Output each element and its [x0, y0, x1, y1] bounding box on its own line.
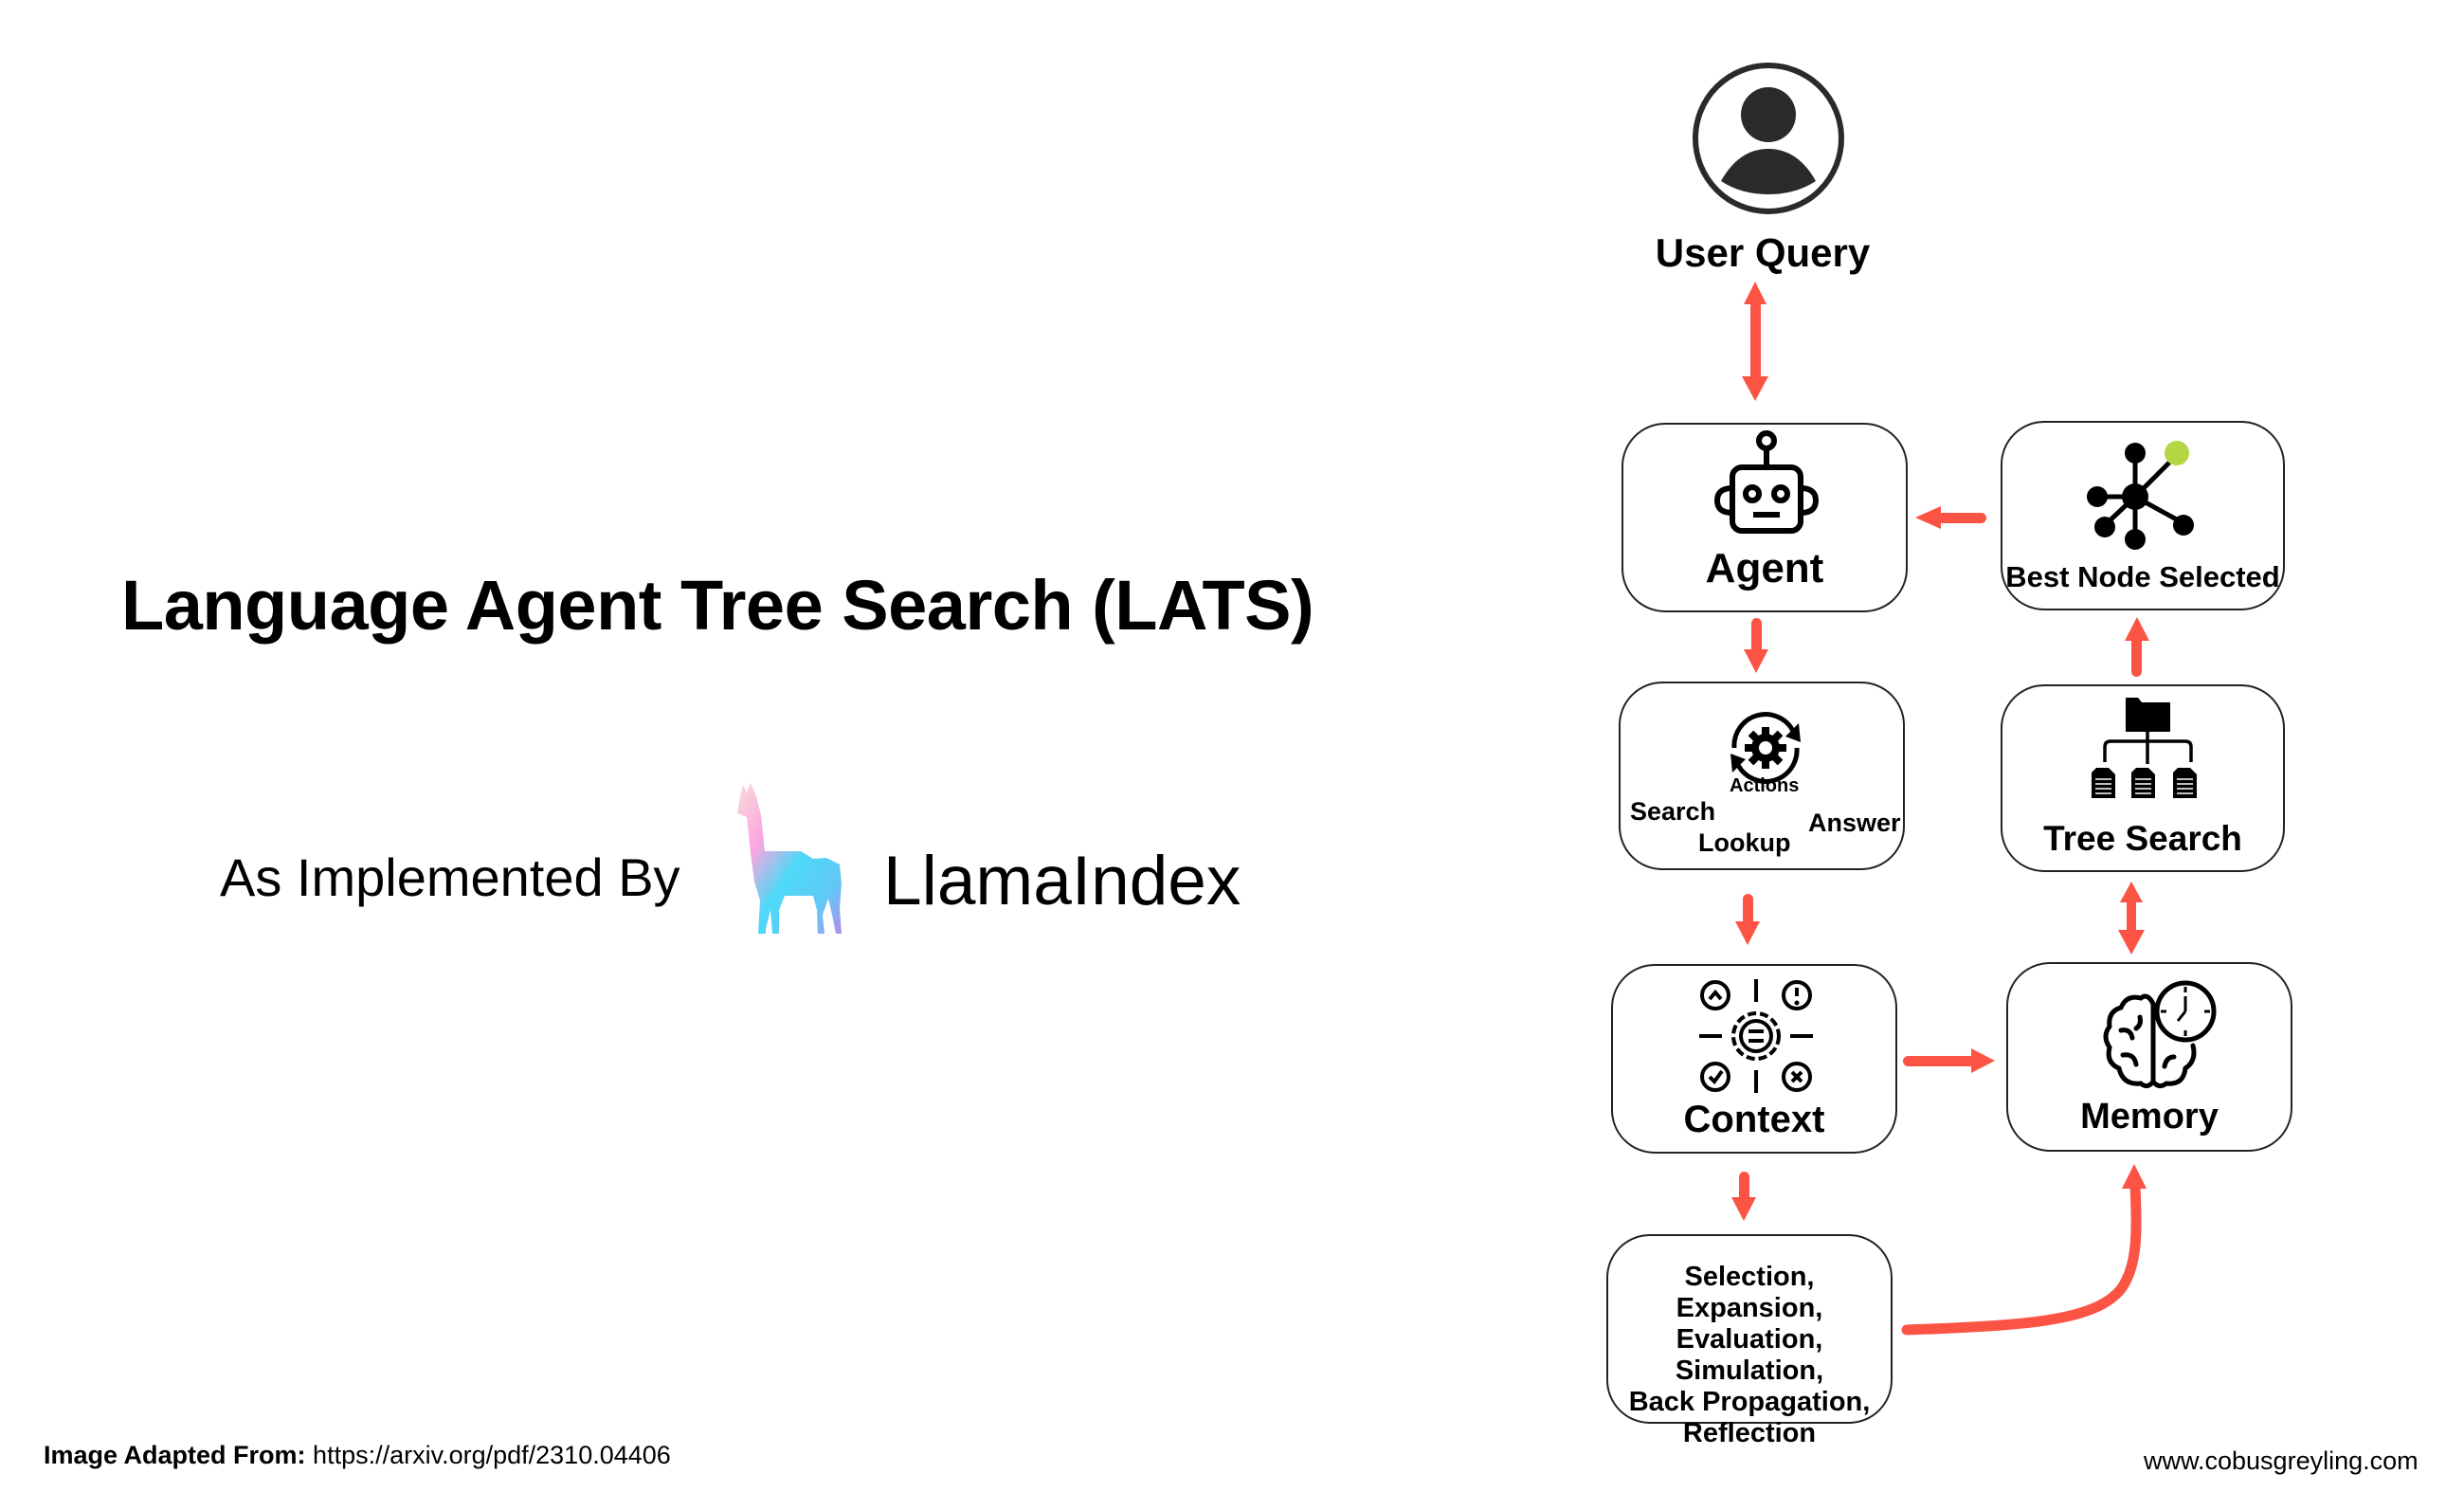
- arrow-bestnode-agent: [1915, 506, 1986, 529]
- mcts-line: Selection, Expansion,: [1676, 1262, 1823, 1323]
- mcts-steps-text: Selection, Expansion, Evaluation, Simula…: [1608, 1262, 1891, 1449]
- arrow-agent-actions: [1744, 618, 1768, 673]
- arrow-userquery-agent: [1742, 282, 1768, 401]
- user-query-label: User Query: [1655, 230, 1871, 275]
- agent-label: Agent: [1705, 545, 1824, 591]
- agent-node[interactable]: Agent: [1622, 423, 1908, 612]
- arrow-context-memory: [1903, 1048, 1995, 1073]
- arrow-treesearch-bestnode: [2125, 617, 2149, 677]
- tree-search-node[interactable]: Tree Search: [2001, 684, 2285, 872]
- best-node-selected-node[interactable]: Best Node Selected: [2001, 421, 2285, 610]
- action-item-lookup: Lookup: [1698, 828, 1791, 857]
- node-graph-icon: [2086, 440, 2204, 558]
- memory-label: Memory: [2080, 1097, 2219, 1137]
- context-node[interactable]: Context: [1611, 964, 1897, 1154]
- arrow-treesearch-memory: [2118, 882, 2145, 955]
- user-icon: [1692, 62, 1845, 220]
- robot-icon: [1712, 429, 1821, 538]
- action-item-answer: Answer: [1808, 809, 1901, 837]
- context-label: Context: [1683, 1099, 1825, 1140]
- arrow-mcts-memory-curve: [1901, 1179, 2142, 1336]
- best-node-label: Best Node Selected: [2005, 560, 2280, 593]
- tree-search-label: Tree Search: [2043, 819, 2242, 858]
- context-gear-icon: [1699, 979, 1813, 1098]
- mcts-steps-node[interactable]: Selection, Expansion, Evaluation, Simula…: [1606, 1234, 1893, 1448]
- mcts-line: Back Propagation,: [1628, 1387, 1871, 1417]
- mcts-line: Evaluation, Simulation,: [1675, 1324, 1824, 1386]
- actions-node[interactable]: Actions Search Lookup Answer: [1619, 682, 1905, 870]
- brain-clock-icon: [2098, 975, 2217, 1099]
- action-item-search: Search: [1630, 797, 1716, 826]
- arrow-actions-context: [1735, 894, 1760, 945]
- arrow-context-mcts: [1731, 1172, 1756, 1221]
- folder-tree-icon: [2091, 698, 2200, 807]
- mcts-line: Reflection: [1682, 1418, 1817, 1448]
- memory-node[interactable]: Memory: [2006, 962, 2292, 1152]
- actions-caption: Actions: [1730, 775, 1800, 796]
